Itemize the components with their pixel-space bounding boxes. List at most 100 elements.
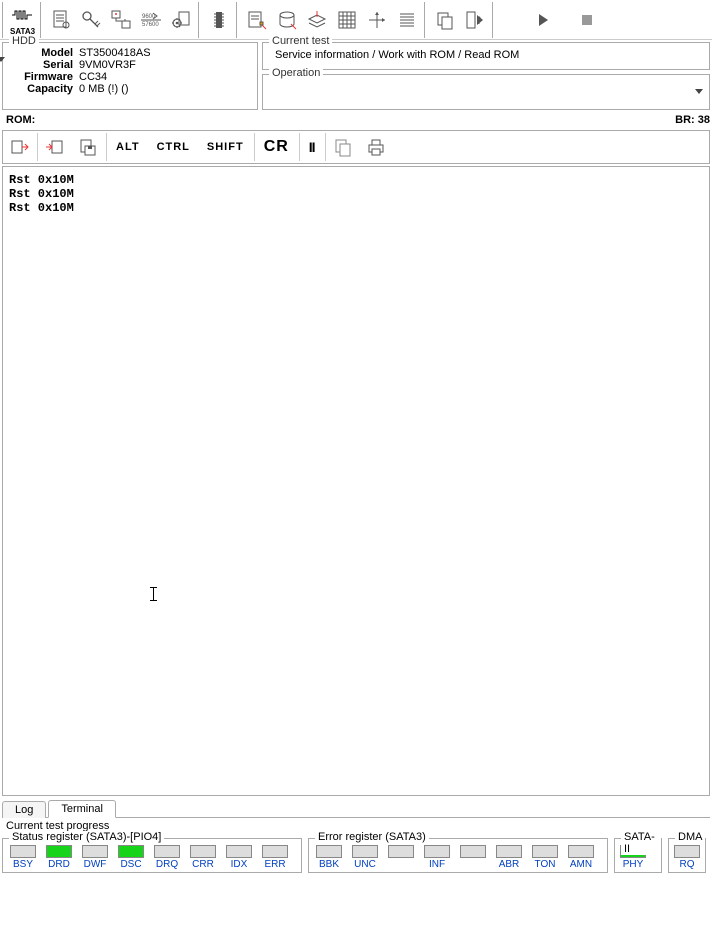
hdd-dropdown-icon[interactable] [0,57,5,62]
dma-lamp-RQ [674,845,700,858]
status-bit-DSC: DSC [115,845,147,870]
dma-bit-RQ: RQ [673,845,701,870]
status-bit-CRR: CRR [187,845,219,870]
alt-key-button[interactable]: ALT [108,132,149,162]
error-bit-TON: TON [529,845,561,870]
error-register-legend: Error register (SATA3) [315,831,429,843]
error-bit-INF: INF [421,845,453,870]
dma-group: DMA RQ [668,838,706,873]
tab-log[interactable]: Log [2,801,46,818]
operation-legend: Operation [269,67,323,79]
error-label-TON: TON [535,859,556,870]
hdd-serial-label: Serial [9,59,79,71]
sata2-legend: SATA-II [621,831,661,855]
error-label-AMN: AMN [570,859,592,870]
br-label: BR: 38 [675,114,710,126]
copy-icon[interactable] [430,2,460,38]
error-bit-ABR: ABR [493,845,525,870]
hdd-serial-value: 9VM0VR3F [79,59,251,71]
key-icon[interactable] [76,2,106,38]
db-icon[interactable] [272,2,302,38]
grid-icon[interactable] [332,2,362,38]
play-button[interactable] [528,2,558,38]
error-label-INF: INF [429,859,445,870]
status-lamp-CRR [190,845,216,858]
status-label-DRD: DRD [48,859,70,870]
exit-icon[interactable] [460,2,490,38]
terminal-console[interactable]: Rst 0x10M Rst 0x10M Rst 0x10M [2,166,710,796]
layers-icon[interactable] [302,2,332,38]
text-lines-icon[interactable] [392,2,422,38]
print-icon[interactable] [360,132,393,162]
error-lamp-4 [460,845,486,858]
error-lamp-TON [532,845,558,858]
current-test-box: Current test Service information / Work … [262,42,710,70]
error-lamp-2 [388,845,414,858]
sata-port-button[interactable]: SATA3 [8,2,38,38]
error-bit-UNC: UNC [349,845,381,870]
chip-icon[interactable] [204,2,234,38]
hdd-firmware-label: Firmware [9,71,79,83]
status-register-legend: Status register (SATA3)-[PIO4] [9,831,164,843]
hdd-firmware-value: CC34 [79,71,251,83]
hdd-capacity-label: Capacity [9,83,79,95]
error-label-ABR: ABR [499,859,520,870]
error-bit-AMN: AMN [565,845,597,870]
tab-terminal[interactable]: Terminal [48,800,116,818]
status-label-DSC: DSC [120,859,141,870]
copy-text-icon[interactable] [327,132,360,162]
gear-doc-icon[interactable] [166,2,196,38]
status-bit-DRQ: DRQ [151,845,183,870]
text-cursor-icon [153,587,154,601]
error-register-group: Error register (SATA3) BBKUNCINFABRTONAM… [308,838,608,873]
hdd-capacity-value: 0 MB (!) () [79,83,251,95]
stop-button[interactable] [572,2,602,38]
status-label-IDX: IDX [231,859,248,870]
error-lamp-INF [424,845,450,858]
current-test-legend: Current test [269,35,332,47]
status-lamp-DWF [82,845,108,858]
sata2-group: SATA-II PHY [614,838,662,873]
main-toolbar: SATA3 9600 57600 [0,0,712,40]
document-icon[interactable] [46,2,76,38]
status-lamp-DSC [118,845,144,858]
operation-dropdown-icon[interactable] [695,89,703,94]
status-lamp-DRD [46,845,72,858]
send-out-icon[interactable] [3,132,36,162]
baud-rate-icon[interactable]: 9600 57600 [136,2,166,38]
error-lamp-AMN [568,845,594,858]
status-bit-ERR: ERR [259,845,291,870]
error-bit-2 [385,845,417,870]
error-lamp-ABR [496,845,522,858]
error-lamp-BBK [316,845,342,858]
hdd-model-value: ST3500418AS [79,47,251,59]
direction-icon[interactable] [362,2,392,38]
error-bit-BBK: BBK [313,845,345,870]
status-label-ERR: ERR [264,859,285,870]
ctrl-key-button[interactable]: CTRL [149,132,199,162]
hdd-legend: HDD [9,35,39,47]
status-label-CRR: CRR [192,859,214,870]
svg-text:57600: 57600 [142,22,159,28]
dma-label-RQ: RQ [680,859,695,870]
svg-text:9600: 9600 [142,14,156,20]
status-bit-DRD: DRD [43,845,75,870]
network-drive-icon[interactable] [106,2,136,38]
status-lamp-DRQ [154,845,180,858]
cr-button[interactable]: CR [256,132,298,162]
send-in-icon[interactable] [39,132,72,162]
rom-label: ROM: [6,114,35,126]
pause-button[interactable]: II [301,132,324,162]
hdd-info-box: HDD ModelST3500418AS Serial9VM0VR3F Firm… [2,42,258,110]
sata2-label-PHY: PHY [623,859,644,870]
status-lamp-BSY [10,845,36,858]
error-bit-4 [457,845,489,870]
script-icon[interactable] [242,2,272,38]
dma-legend: DMA [675,831,705,843]
status-bit-IDX: IDX [223,845,255,870]
terminal-toolbar: ALT CTRL SHIFT CR II [2,130,710,164]
save-as-icon[interactable] [72,132,105,162]
shift-key-button[interactable]: SHIFT [199,132,253,162]
status-label-DRQ: DRQ [156,859,178,870]
hdd-model-label: Model [9,47,79,59]
